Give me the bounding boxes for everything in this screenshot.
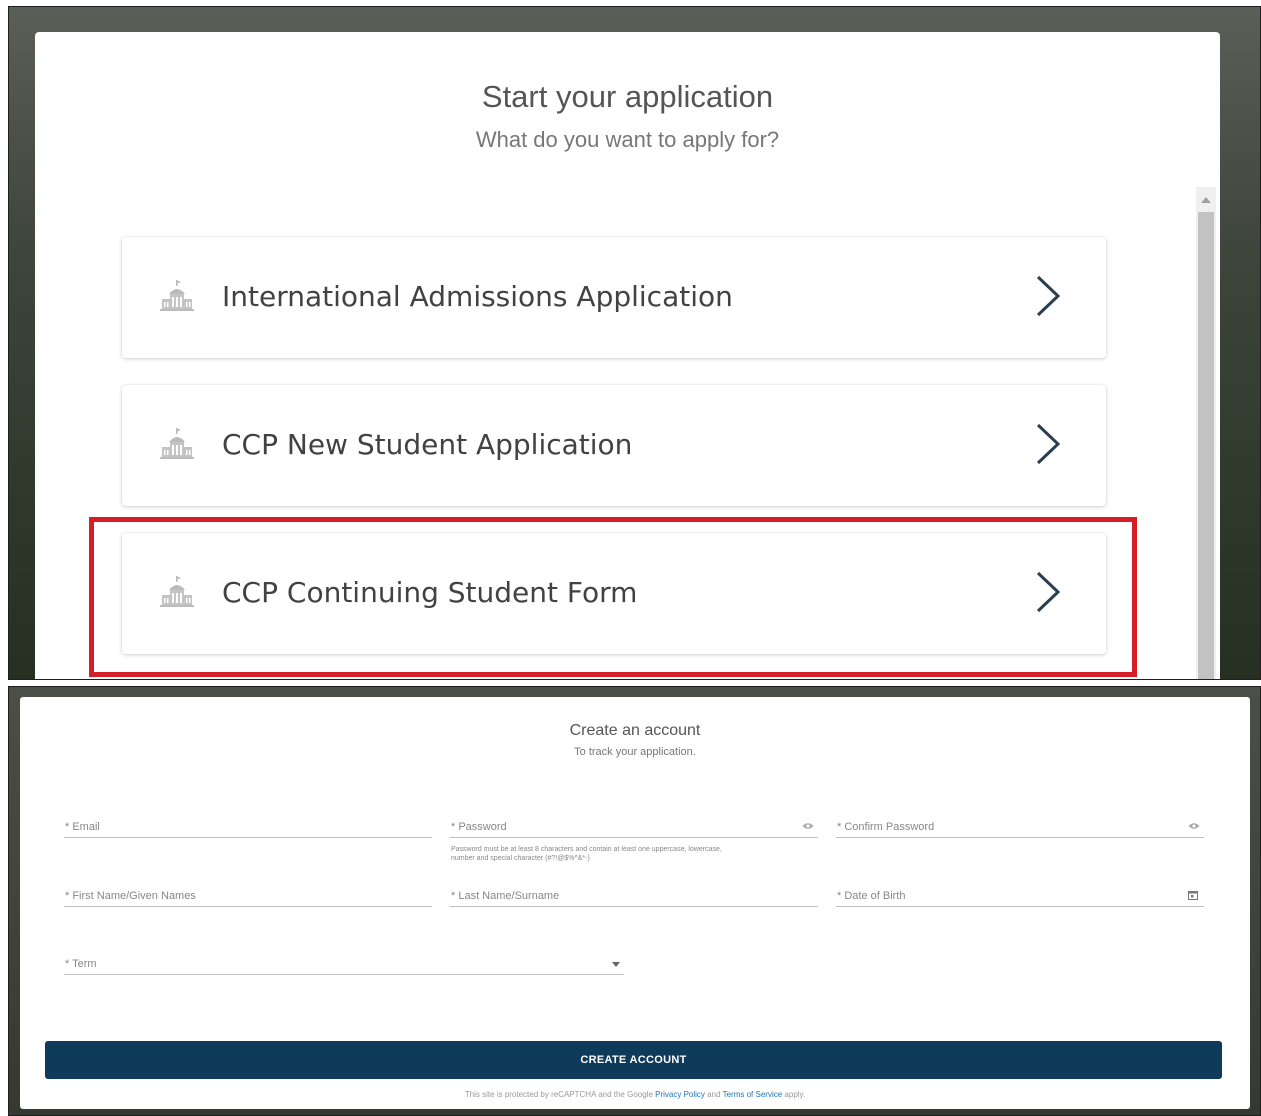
privacy-policy-link[interactable]: Privacy Policy (655, 1090, 705, 1099)
last-name-label: * Last Name/Surname (451, 890, 560, 902)
last-name-field[interactable]: * Last Name/Surname (450, 884, 818, 907)
create-account-title: Create an account (569, 722, 701, 739)
create-account-subtitle: To track your application. (574, 746, 696, 758)
date-of-birth-label: * Date of Birth (837, 890, 906, 902)
first-name-label: * First Name/Given Names (65, 890, 196, 902)
create-account-button[interactable]: CREATE ACCOUNT (45, 1041, 1222, 1079)
highlight-box (89, 517, 1137, 677)
building-icon (160, 280, 194, 311)
email-field[interactable]: * Email (64, 815, 432, 838)
page-subtitle: What do you want to apply for? (475, 127, 780, 152)
email-label: * Email (65, 821, 100, 833)
application-option-label: International Admissions Application (222, 280, 733, 313)
create-account-panel: Create an account To track your applicat… (8, 686, 1261, 1116)
date-of-birth-field[interactable]: * Date of Birth (836, 884, 1204, 907)
password-hint: Password must be at least 8 characters a… (451, 846, 722, 862)
first-name-field[interactable]: * First Name/Given Names (64, 884, 432, 907)
application-option-international[interactable]: International Admissions Application (122, 237, 1106, 358)
terms-of-service-link[interactable]: Terms of Service (723, 1090, 783, 1099)
term-select[interactable]: * Term (64, 952, 624, 975)
scroll-up-arrow-icon[interactable] (1201, 197, 1211, 203)
calendar-icon[interactable] (1188, 890, 1198, 900)
chevron-right-icon[interactable] (1034, 422, 1062, 466)
scrollbar[interactable] (1196, 187, 1216, 679)
building-icon (160, 428, 194, 459)
application-option-ccp-new[interactable]: CCP New Student Application (122, 385, 1106, 506)
create-account-card: Create an account To track your applicat… (20, 697, 1250, 1109)
eye-icon[interactable] (1188, 822, 1200, 830)
application-option-label: CCP New Student Application (222, 428, 633, 461)
password-field[interactable]: * Password (450, 815, 818, 838)
dropdown-arrow-icon[interactable] (612, 962, 620, 967)
application-chooser-panel: Start your application What do you want … (8, 6, 1261, 680)
confirm-password-label: * Confirm Password (837, 821, 935, 833)
chevron-right-icon[interactable] (1034, 274, 1062, 318)
confirm-password-field[interactable]: * Confirm Password (836, 815, 1204, 838)
scrollbar-thumb[interactable] (1198, 212, 1214, 679)
password-label: * Password (451, 821, 507, 833)
page-title: Start your application (481, 79, 774, 114)
term-label: * Term (65, 958, 97, 970)
eye-icon[interactable] (802, 822, 814, 830)
recaptcha-notice: This site is protected by reCAPTCHA and … (464, 1090, 806, 1099)
